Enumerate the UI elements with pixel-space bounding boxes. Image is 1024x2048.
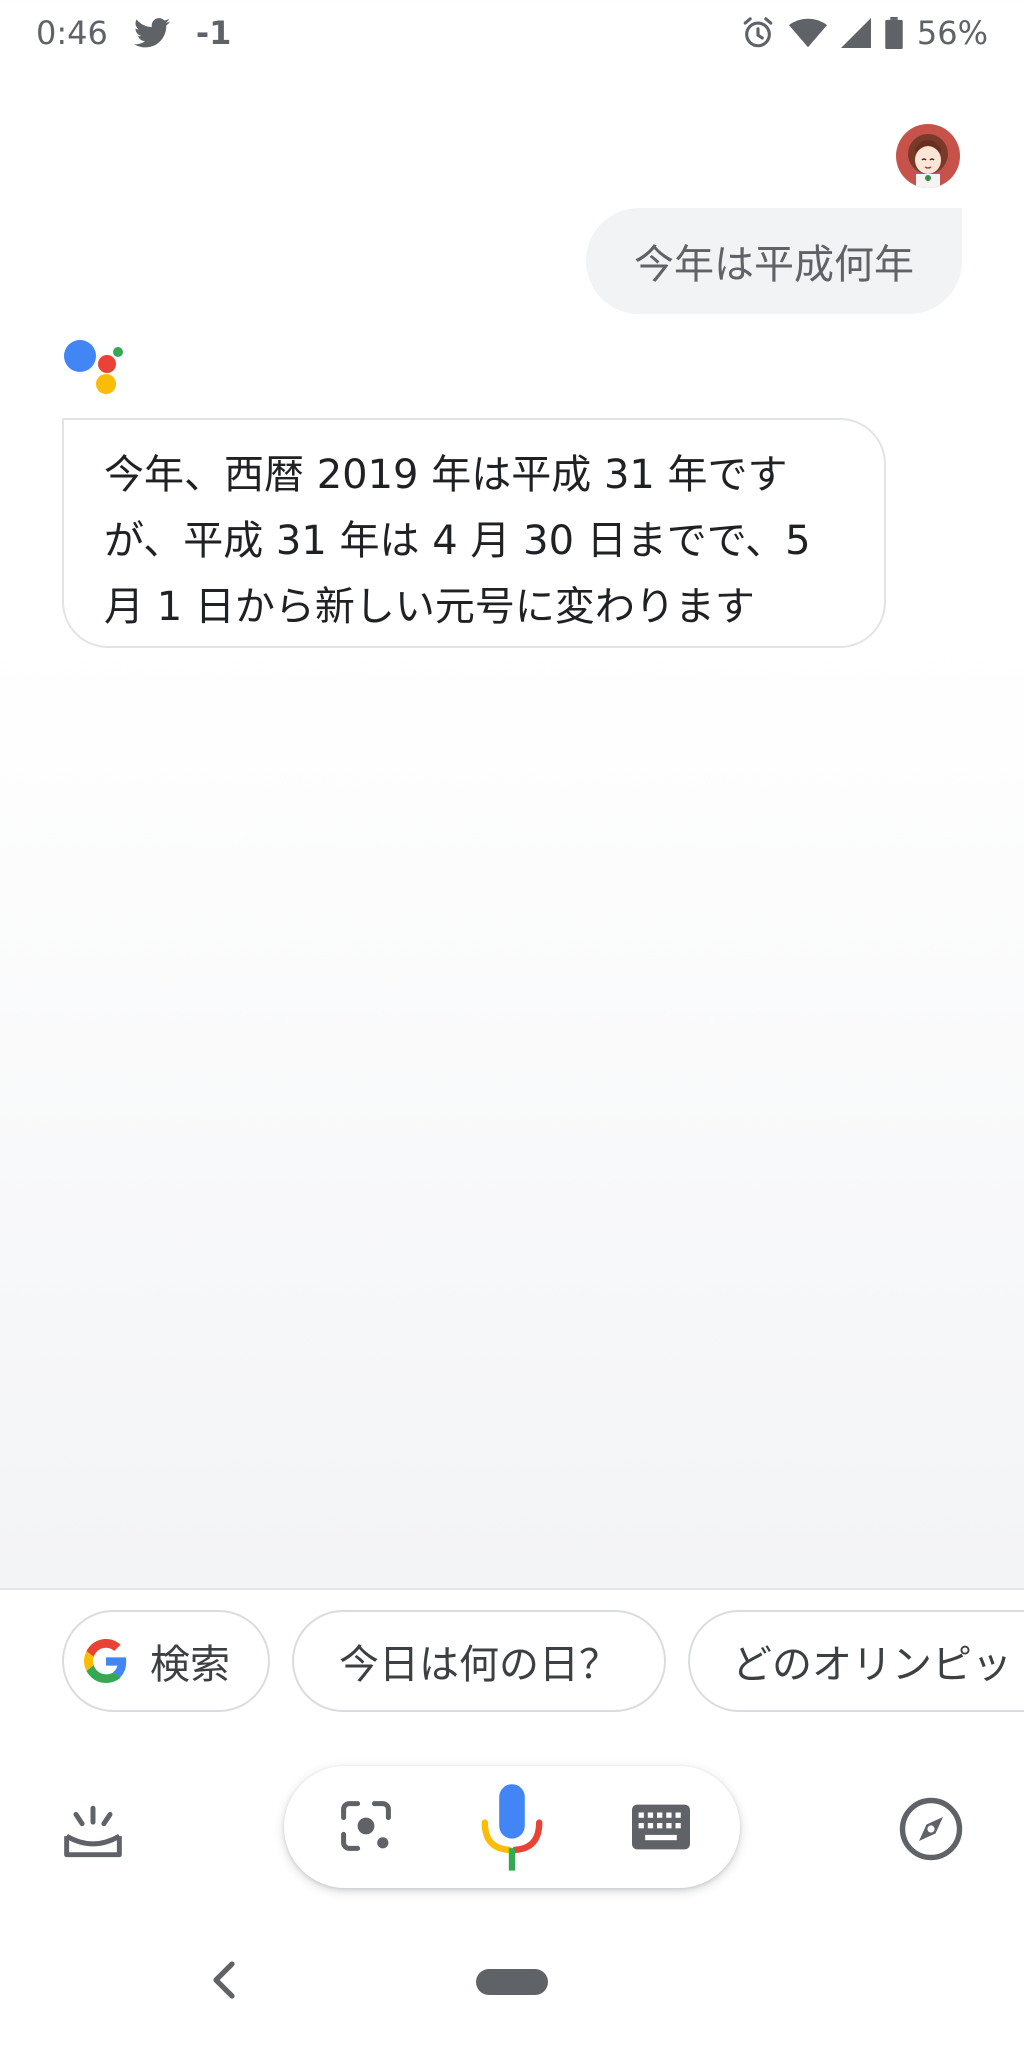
- updates-icon[interactable]: [62, 1802, 124, 1864]
- back-icon[interactable]: [204, 1956, 244, 2004]
- home-pill[interactable]: [476, 1969, 548, 1995]
- twitter-icon: [133, 18, 170, 48]
- bottom-bar: [0, 1766, 1024, 2048]
- assistant-response-line: 月 1 日から新しい元号に変わります: [104, 584, 755, 630]
- explore-compass-icon[interactable]: [898, 1796, 964, 1862]
- mic-icon[interactable]: [480, 1784, 544, 1874]
- suggestion-chips: 検索 今日は何の日？ どのオリンピッ: [0, 1590, 1024, 1766]
- status-right: 56%: [741, 12, 988, 54]
- user-query-text: 今年は平成何年: [634, 242, 914, 288]
- suggestion-chip[interactable]: 今日は何の日？: [292, 1610, 666, 1712]
- status-bar: 0:46 -1 56%: [0, 0, 1024, 66]
- assistant-response-bubble: 今年、西暦 2019 年は平成 31 年です が、平成 31 年は 4 月 30…: [62, 418, 886, 648]
- wifi-icon: [788, 18, 827, 48]
- suggestion-chip-label: どのオリンピッ: [732, 1642, 1012, 1688]
- user-query-bubble[interactable]: 今年は平成何年: [586, 208, 962, 314]
- status-time: 0:46: [36, 14, 108, 52]
- assistant-response-line: 今年、西暦 2019 年は平成 31 年です: [104, 452, 788, 498]
- keyboard-icon[interactable]: [632, 1802, 690, 1852]
- alarm-icon: [743, 17, 773, 48]
- user-avatar[interactable]: [896, 124, 960, 188]
- google-g-icon: [84, 1639, 127, 1683]
- assistant-input-pill: [284, 1766, 740, 1888]
- avatar-image: [896, 124, 960, 188]
- google-assistant-logo-icon: [64, 340, 123, 394]
- suggestion-chip-label: 今日は何の日？: [339, 1642, 619, 1688]
- lens-icon[interactable]: [338, 1798, 394, 1854]
- search-chip-label: 検索: [150, 1642, 230, 1688]
- search-chip[interactable]: 検索: [62, 1610, 270, 1712]
- notification-count: -1: [195, 14, 232, 52]
- suggestion-chip[interactable]: どのオリンピッ: [688, 1610, 1024, 1712]
- signal-icon: [840, 18, 871, 48]
- assistant-response-line: が、平成 31 年は 4 月 30 日までで、5: [104, 518, 811, 564]
- battery-icon: [885, 17, 903, 49]
- status-left: 0:46 -1: [36, 12, 231, 54]
- battery-percent: 56%: [916, 14, 988, 52]
